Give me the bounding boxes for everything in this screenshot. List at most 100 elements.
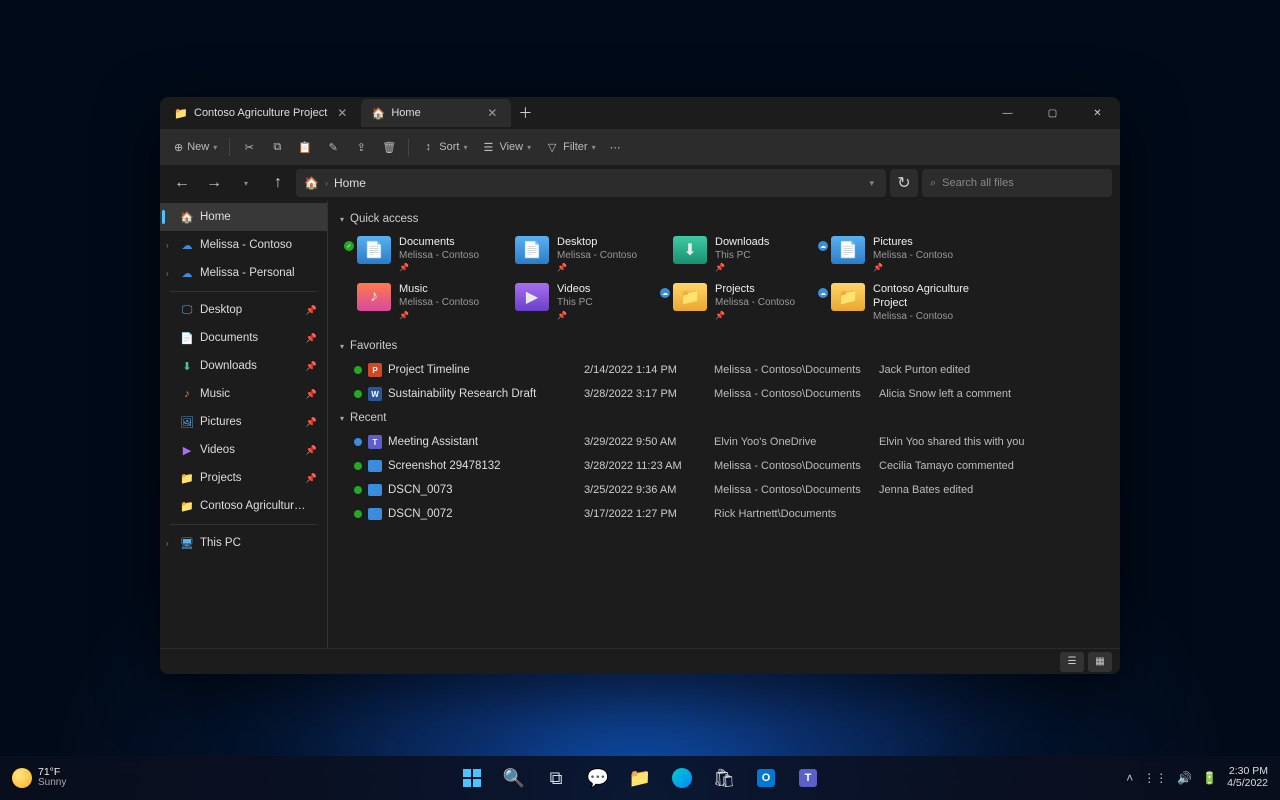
copy-button[interactable]: ⧉ [264, 136, 290, 158]
edge-button[interactable] [663, 759, 701, 797]
quick-access-item[interactable]: ♪MusicMelissa - Contoso📌 [354, 280, 504, 326]
quick-access-item[interactable]: ✓📄DocumentsMelissa - Contoso📌 [354, 233, 504, 276]
battery-icon[interactable]: 🔋 [1202, 771, 1217, 785]
sidebar-item-videos[interactable]: ▶Videos📌 [160, 436, 327, 464]
section-favorites[interactable]: ▾ Favorites [340, 334, 1108, 358]
view-button[interactable]: ☰ View ▾ [475, 136, 537, 158]
section-quick-access[interactable]: ▾ Quick access [340, 207, 1108, 231]
item-location: Melissa - Contoso [715, 297, 795, 310]
item-name: Desktop [557, 236, 637, 250]
file-row[interactable]: Screenshot 294781323/28/2022 11:23 AMMel… [340, 454, 1108, 478]
new-button[interactable]: ⊕ New ▾ [168, 137, 223, 158]
teams-button[interactable]: T [789, 759, 827, 797]
quick-access-item[interactable]: ☁📁ProjectsMelissa - Contoso📌 [670, 280, 820, 326]
recent-locations-button[interactable]: ▾ [232, 169, 260, 197]
weather-widget[interactable]: 71°F Sunny [12, 767, 66, 789]
address-bar[interactable]: 🏠 › Home ▾ [296, 169, 886, 197]
plus-circle-icon: ⊕ [174, 141, 183, 154]
sidebar-item-documents[interactable]: 📄Documents📌 [160, 324, 327, 352]
paste-button[interactable]: 📋 [292, 136, 318, 158]
refresh-button[interactable]: ↻ [890, 169, 918, 197]
back-button[interactable]: ← [168, 169, 196, 197]
sidebar-item-melissa-contoso[interactable]: › ☁ Melissa - Contoso [160, 231, 327, 259]
file-row[interactable]: DSCN_00723/17/2022 1:27 PMRick Hartnett\… [340, 502, 1108, 526]
filter-button[interactable]: ▽ Filter ▾ [539, 136, 601, 158]
sidebar-item-desktop[interactable]: 🖵Desktop📌 [160, 296, 327, 324]
quick-access-item[interactable]: ☁📄PicturesMelissa - Contoso📌 [828, 233, 978, 276]
share-button[interactable]: ⇪ [348, 136, 374, 158]
file-explorer-button[interactable]: 📁 [621, 759, 659, 797]
close-tab-icon[interactable]: ✕ [333, 104, 351, 122]
chevron-down-icon: ▾ [244, 179, 248, 188]
delete-button[interactable]: 🗑 [376, 136, 402, 158]
chevron-right-icon[interactable]: › [166, 241, 169, 250]
store-button[interactable]: 🛍 [705, 759, 743, 797]
chevron-right-icon[interactable]: › [166, 539, 169, 548]
start-button[interactable] [453, 759, 491, 797]
file-activity: Elvin Yoo shared this with you [879, 436, 1108, 448]
search-box[interactable]: ⌕ [922, 169, 1112, 197]
sidebar-item-pictures[interactable]: 🖼Pictures📌 [160, 408, 327, 436]
item-name: Contoso Agriculture Project [873, 283, 975, 311]
outlook-button[interactable]: O [747, 759, 785, 797]
wifi-icon[interactable]: ⋮⋮ [1143, 771, 1167, 785]
chevron-down-icon: ▾ [463, 143, 467, 152]
clock[interactable]: 2:30 PM 4/5/2022 [1227, 766, 1268, 789]
file-row[interactable]: WSustainability Research Draft3/28/2022 … [340, 382, 1108, 406]
file-row[interactable]: PProject Timeline2/14/2022 1:14 PMMeliss… [340, 358, 1108, 382]
file-location: Melissa - Contoso\Documents [714, 460, 879, 472]
file-type-icon [368, 483, 382, 497]
item-location: Melissa - Contoso [399, 297, 479, 310]
task-view-button[interactable]: ⧉ [537, 759, 575, 797]
sidebar-item-this-pc[interactable]: › 🖥 This PC [160, 529, 327, 557]
chevron-down-icon: ▾ [527, 143, 531, 152]
home-icon: 🏠 [371, 106, 385, 120]
chevron-right-icon[interactable]: › [166, 269, 169, 278]
details-view-button[interactable]: ☰ [1060, 652, 1084, 672]
file-row[interactable]: DSCN_00733/25/2022 9:36 AMMelissa - Cont… [340, 478, 1108, 502]
item-name: Projects [715, 283, 795, 297]
sort-button[interactable]: ↕ Sort ▾ [415, 136, 473, 158]
sidebar-item-projects[interactable]: 📁Projects📌 [160, 464, 327, 492]
chat-button[interactable]: 💬 [579, 759, 617, 797]
minimize-button[interactable]: ― [985, 97, 1030, 129]
quick-access-item[interactable]: ☁📁Contoso Agriculture ProjectMelissa - C… [828, 280, 978, 326]
file-activity: Alicia Snow left a comment [879, 388, 1108, 400]
file-type-icon [368, 507, 382, 521]
tray-overflow-icon[interactable]: ˄ [1126, 771, 1133, 785]
folder-icon: 📁 [180, 471, 194, 485]
more-button[interactable]: ⋯ [604, 137, 627, 158]
close-tab-icon[interactable]: ✕ [483, 104, 501, 122]
cut-button[interactable]: ✂ [236, 136, 262, 158]
taskbar: 71°F Sunny 🔍 ⧉ 💬 📁 🛍 O T ˄ ⋮⋮ 🔊 🔋 2:30 P… [0, 756, 1280, 800]
tab-label: Contoso Agriculture Project [194, 107, 327, 119]
quick-access-item[interactable]: 📄DesktopMelissa - Contoso📌 [512, 233, 662, 276]
thumbnails-view-button[interactable]: ▦ [1088, 652, 1112, 672]
cloud-icon: ☁ [180, 266, 194, 280]
tab-home[interactable]: 🏠 Home ✕ [361, 99, 511, 127]
maximize-button[interactable]: ▢ [1030, 97, 1075, 129]
sidebar-item-music[interactable]: ♪Music📌 [160, 380, 327, 408]
sidebar-item-downloads[interactable]: ⬇Downloads📌 [160, 352, 327, 380]
tab-contoso-project[interactable]: 📁 Contoso Agriculture Project ✕ [164, 99, 361, 127]
search-button[interactable]: 🔍 [495, 759, 533, 797]
new-tab-button[interactable]: ＋ [511, 99, 539, 127]
forward-button[interactable]: → [200, 169, 228, 197]
synced-icon: ✓ [344, 241, 354, 251]
search-input[interactable] [942, 177, 1104, 189]
folder-icon: 📄 [831, 236, 865, 264]
rename-button[interactable]: ✎ [320, 136, 346, 158]
section-recent[interactable]: ▾ Recent [340, 406, 1108, 430]
close-button[interactable]: ✕ [1075, 97, 1120, 129]
volume-icon[interactable]: 🔊 [1177, 771, 1192, 785]
file-explorer-window: 📁 Contoso Agriculture Project ✕ 🏠 Home ✕… [160, 97, 1120, 674]
quick-access-item[interactable]: ▶VideosThis PC📌 [512, 280, 662, 326]
command-bar: ⊕ New ▾ ✂ ⧉ 📋 ✎ ⇪ 🗑 ↕ Sort ▾ ☰ View ▾ [160, 129, 1120, 165]
sidebar-item-contoso-project[interactable]: 📁Contoso Agriculture Project [160, 492, 327, 520]
address-dropdown[interactable]: ▾ [865, 174, 878, 193]
quick-access-item[interactable]: ⬇DownloadsThis PC📌 [670, 233, 820, 276]
file-row[interactable]: TMeeting Assistant3/29/2022 9:50 AMElvin… [340, 430, 1108, 454]
sidebar-item-melissa-personal[interactable]: › ☁ Melissa - Personal [160, 259, 327, 287]
up-button[interactable]: ↑ [264, 169, 292, 197]
sidebar-item-home[interactable]: 🏠 Home [160, 203, 327, 231]
